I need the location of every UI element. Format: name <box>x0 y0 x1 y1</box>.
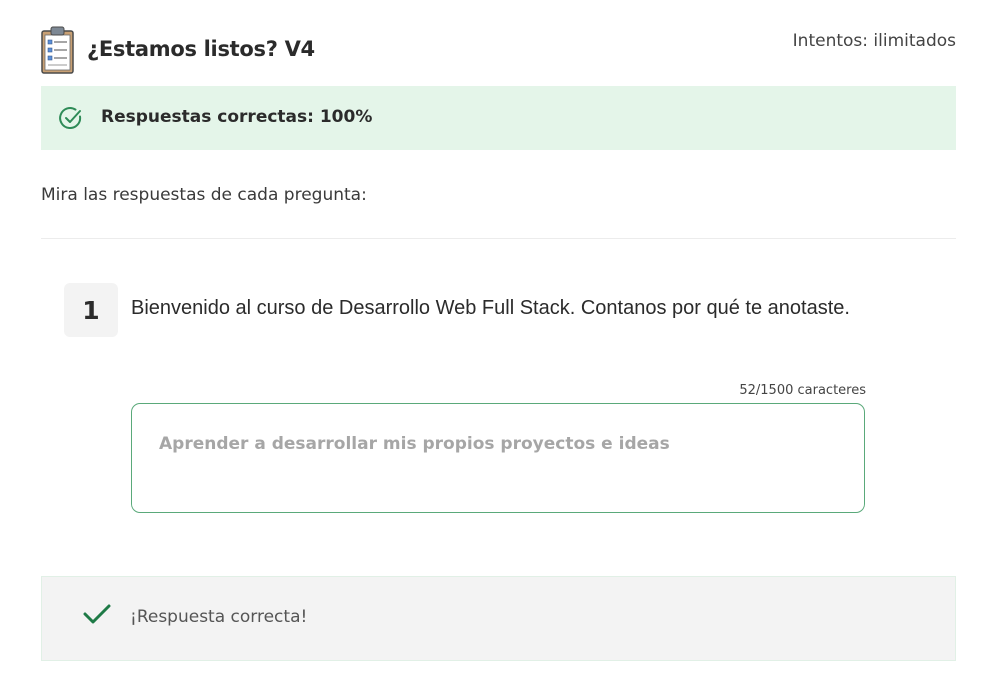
attempts-label: Intentos: ilimitados <box>792 31 956 51</box>
quiz-header: ¿Estamos listos? V4 Intentos: ilimitados <box>41 26 956 76</box>
question-number: 1 <box>64 283 118 337</box>
feedback-banner: ¡Respuesta correcta! <box>41 576 956 661</box>
question-text: Bienvenido al curso de Desarrollo Web Fu… <box>131 297 850 319</box>
quiz-title: ¿Estamos listos? V4 <box>87 37 315 61</box>
quiz-results-page: ¿Estamos listos? V4 Intentos: ilimitados… <box>0 0 994 692</box>
score-text: Respuestas correctas: 100% <box>101 107 373 127</box>
answer-textarea[interactable]: Aprender a desarrollar mis propios proye… <box>131 403 865 513</box>
divider <box>41 238 956 239</box>
feedback-text: ¡Respuesta correcta! <box>130 607 308 627</box>
score-banner: Respuestas correctas: 100% <box>41 86 956 150</box>
circle-check-icon <box>59 107 82 129</box>
clipboard-checklist-icon <box>41 26 74 74</box>
instructions-text: Mira las respuestas de cada pregunta: <box>41 185 367 205</box>
character-count: 52/1500 caracteres <box>739 383 866 398</box>
answer-value: Aprender a desarrollar mis propios proye… <box>159 434 670 454</box>
checkmark-icon <box>83 604 111 624</box>
